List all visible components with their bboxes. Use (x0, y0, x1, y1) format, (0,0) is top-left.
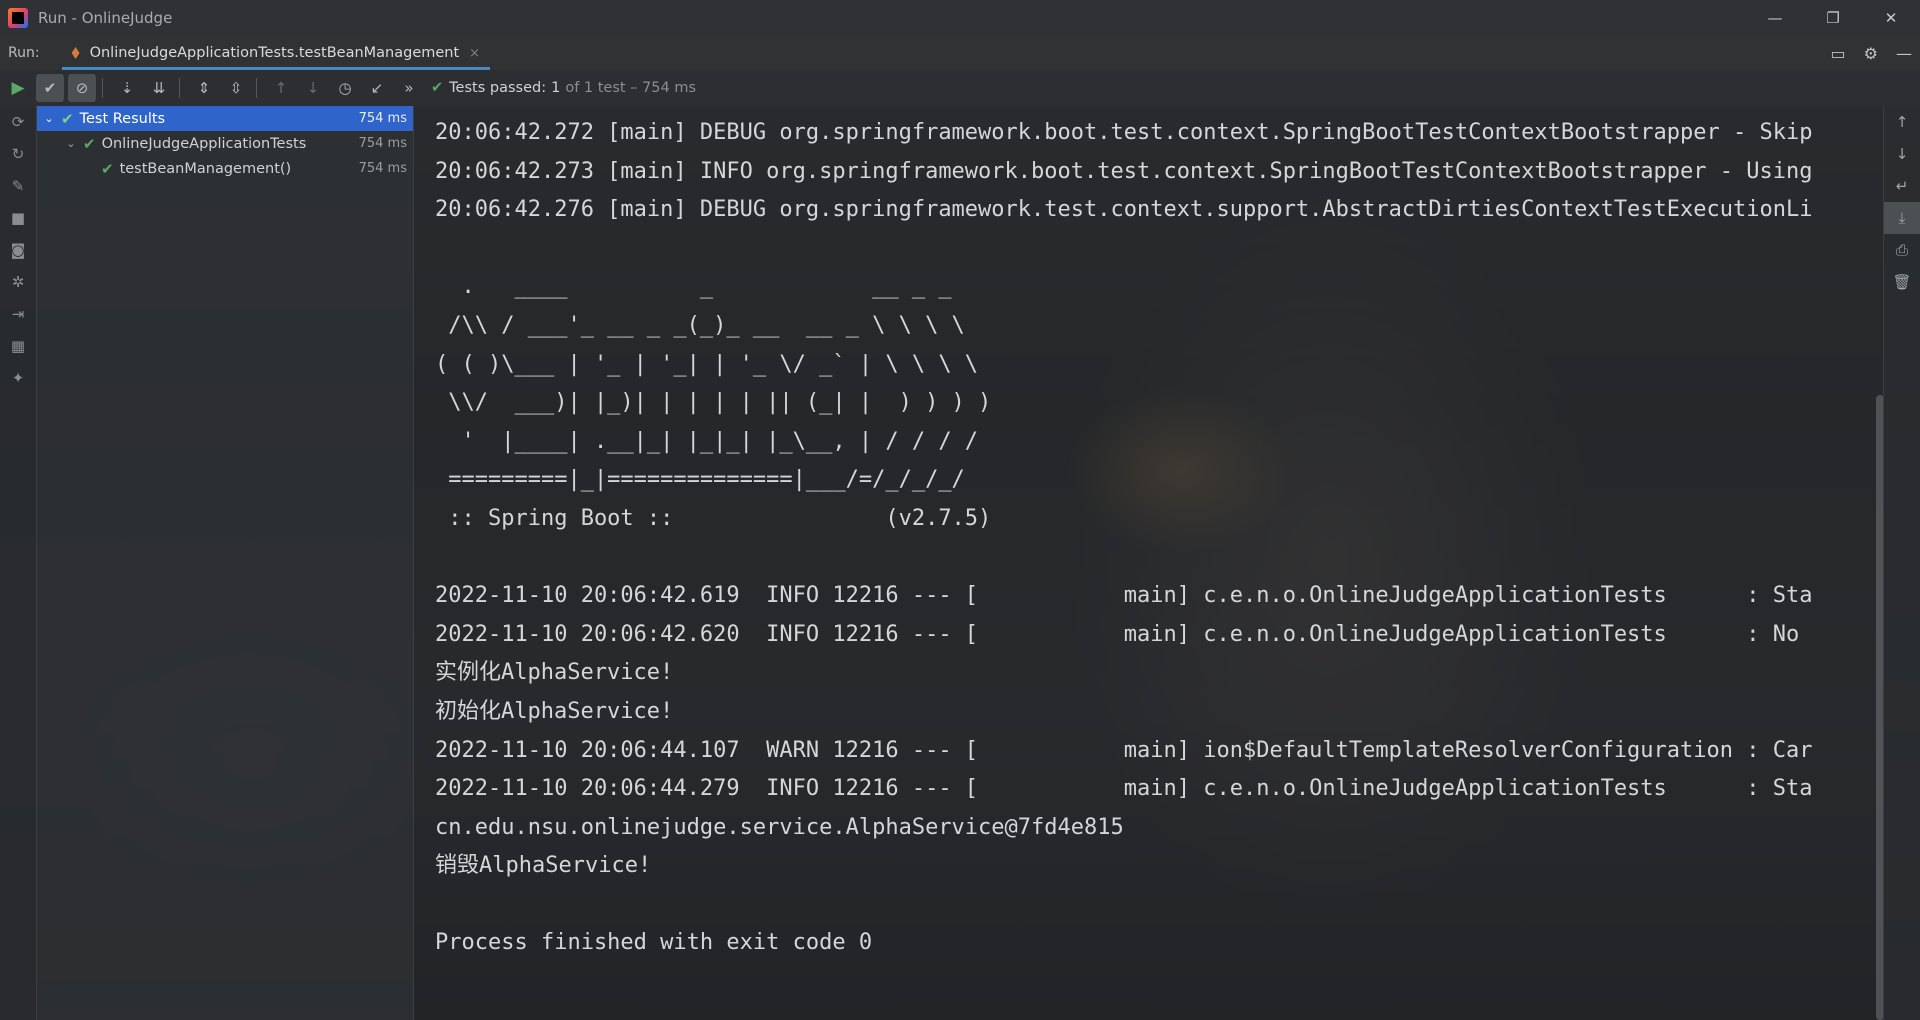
console-line: \\/ ___)| |_)| | | | | || (_| | ) ) ) ) (435, 390, 992, 416)
pin-icon[interactable]: ✦ (0, 362, 36, 394)
test-results-tree: ⌄ ✔ Test Results 754 ms ⌄ ✔ OnlineJudgeA… (37, 106, 414, 1020)
more-actions-icon[interactable]: » (395, 74, 423, 102)
print-icon[interactable]: ⎙ (1884, 234, 1920, 266)
window-title: Run - OnlineJudge (38, 9, 173, 27)
console-line: 20:06:42.273 [main] INFO org.springframe… (435, 158, 1813, 184)
test-config-icon (71, 47, 80, 59)
toggle-autotest-icon[interactable]: ↻ (0, 138, 36, 170)
status-prefix: Tests passed: (449, 80, 547, 96)
run-label: Run: (8, 45, 40, 61)
rerun-failed-icon[interactable]: ⟳ (0, 106, 36, 138)
console-line: . ____ _ __ _ _ (435, 274, 952, 300)
next-failed-icon[interactable]: ↓ (299, 74, 327, 102)
run-tab-label: OnlineJudgeApplicationTests.testBeanMana… (89, 45, 460, 61)
chevron-down-icon[interactable]: ⌄ (43, 112, 55, 125)
run-tab[interactable]: OnlineJudgeApplicationTests.testBeanMana… (61, 36, 491, 70)
console-output[interactable]: 20:06:42.272 [main] DEBUG org.springfram… (414, 106, 1884, 1020)
passed-check-icon: ✔ (431, 80, 444, 96)
expand-all-icon[interactable]: ⇕ (190, 74, 218, 102)
camera-icon[interactable]: ◙ (0, 234, 36, 266)
console-line: /\\ / ___'_ __ _ _(_)_ __ __ _ \ \ \ \ (435, 312, 965, 338)
previous-failed-icon[interactable]: ↑ (267, 74, 295, 102)
toolbar-divider (102, 78, 103, 98)
exit-icon[interactable]: ⇥ (0, 298, 36, 330)
toolbar-divider (256, 78, 257, 98)
stop-icon[interactable]: ■ (0, 202, 36, 234)
soft-wrap-icon[interactable]: ↵ (1884, 170, 1920, 202)
trash-icon[interactable]: 🗑 (1884, 266, 1920, 298)
console-line: Process finished with exit code 0 (435, 930, 873, 956)
window-titlebar: Run - OnlineJudge — ❐ ✕ (0, 0, 1920, 36)
tree-item-test-method[interactable]: ✔ testBeanManagement() 754 ms (37, 156, 413, 181)
hide-icon[interactable]: — (1896, 44, 1912, 63)
scroll-to-end-icon[interactable]: ⤓ (1884, 202, 1920, 234)
history-icon[interactable]: ◷ (331, 74, 359, 102)
passed-check-icon: ✔ (101, 159, 114, 178)
console-line: 2022-11-10 20:06:44.107 WARN 12216 --- [… (435, 737, 1813, 763)
toolbar-divider (179, 78, 180, 98)
chevron-down-icon[interactable]: ⌄ (65, 137, 77, 150)
intellij-logo-icon (8, 8, 28, 28)
console-line: 2022-11-10 20:06:42.619 INFO 12216 --- [… (435, 583, 1813, 609)
run-tab-bar: Run: OnlineJudgeApplicationTests.testBea… (0, 36, 1920, 71)
show-ignored-icon[interactable]: ⊘ (68, 74, 96, 102)
minimize-icon[interactable]: — (1746, 0, 1804, 36)
status-count: 1 (551, 80, 561, 96)
tree-item-time: 754 ms (358, 136, 407, 151)
runbar-actions: ▭ ⚙ — (1831, 36, 1912, 70)
settings-icon[interactable]: ✲ (0, 266, 36, 298)
sort-alpha-icon[interactable]: ⇣ (113, 74, 141, 102)
rerun-icon[interactable]: ▶ (4, 74, 32, 102)
test-status: ✔ Tests passed: 1 of 1 test – 754 ms (431, 80, 696, 96)
console-line: 2022-11-10 20:06:42.620 INFO 12216 --- [… (435, 621, 1800, 647)
test-toolbar: ▶ ✔ ⊘ ⇣ ⇊ ⇕ ⇳ ↑ ↓ ◷ ↙ » ✔ Tests passed: … (0, 70, 1920, 107)
tree-item-time: 754 ms (358, 111, 407, 126)
passed-check-icon: ✔ (61, 109, 74, 128)
sort-duration-icon[interactable]: ⇊ (145, 74, 173, 102)
console-line: ' |____| .__|_| |_|_| |_\__, | / / / / (435, 428, 979, 454)
window-controls: — ❐ ✕ (1746, 0, 1920, 36)
collapse-all-icon[interactable]: ⇳ (222, 74, 250, 102)
console-line: 初始化AlphaService! (435, 698, 674, 724)
arrow-up-icon[interactable]: ↑ (1884, 106, 1920, 138)
console-line: cn.edu.nsu.onlinejudge.service.AlphaServ… (435, 814, 1124, 840)
import-tests-icon[interactable]: ↙ (363, 74, 391, 102)
left-tool-strip: ⟳ ↻ ✎ ■ ◙ ✲ ⇥ ▦ ✦ (0, 106, 37, 1020)
tree-item-test-class[interactable]: ⌄ ✔ OnlineJudgeApplicationTests 754 ms (37, 131, 413, 156)
console-line: 2022-11-10 20:06:44.279 INFO 12216 --- [… (435, 776, 1813, 802)
restore-icon[interactable]: ❐ (1804, 0, 1862, 36)
layout-grid-icon[interactable]: ▦ (0, 330, 36, 362)
console-line: 20:06:42.276 [main] DEBUG org.springfram… (435, 197, 1813, 223)
wrench-icon[interactable]: ✎ (0, 170, 36, 202)
tree-item-label: testBeanManagement() (119, 160, 292, 177)
console-line: :: Spring Boot :: (v2.7.5) (435, 505, 992, 531)
close-icon[interactable]: ✕ (1862, 0, 1920, 36)
console-line: 销毁AlphaService! (435, 853, 652, 879)
console-lines: 20:06:42.272 [main] DEBUG org.springfram… (414, 106, 1884, 963)
console-line: =========|_|==============|___/=/_/_/_/ (435, 467, 965, 493)
tree-item-label: Test Results (79, 110, 166, 127)
show-passed-icon[interactable]: ✔ (36, 74, 64, 102)
tree-item-test-results[interactable]: ⌄ ✔ Test Results 754 ms (37, 106, 413, 131)
passed-check-icon: ✔ (83, 134, 96, 153)
layout-icon[interactable]: ▭ (1831, 44, 1846, 63)
tab-close-icon[interactable]: × (469, 46, 480, 61)
status-suffix: of 1 test – 754 ms (565, 80, 697, 96)
gear-icon[interactable]: ⚙ (1864, 44, 1878, 63)
console-line: 实例化AlphaService! (435, 660, 674, 686)
console-line: 20:06:42.272 [main] DEBUG org.springfram… (435, 120, 1813, 145)
tree-item-label: OnlineJudgeApplicationTests (101, 135, 307, 152)
console-line: ( ( )\___ | '_ | '_| | '_ \/ _` | \ \ \ … (435, 351, 979, 377)
right-tool-strip: ↑ ↓ ↵ ⤓ ⎙ 🗑 (1883, 106, 1920, 1020)
tree-item-time: 754 ms (358, 161, 407, 176)
arrow-down-icon[interactable]: ↓ (1884, 138, 1920, 170)
